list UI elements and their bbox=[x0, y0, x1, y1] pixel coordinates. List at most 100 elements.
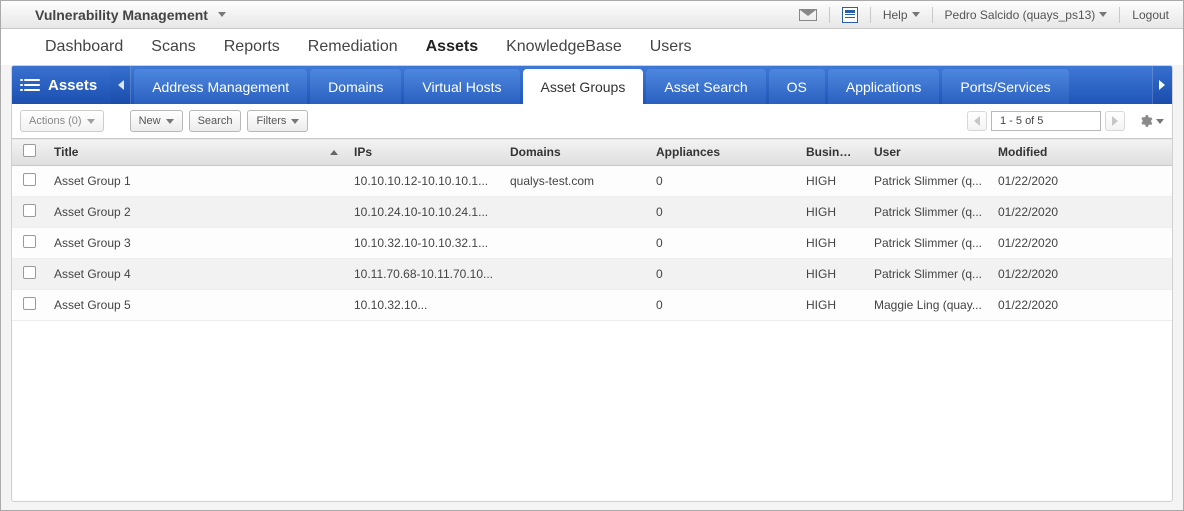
col-title-label: Title bbox=[54, 145, 78, 159]
table-row[interactable]: Asset Group 310.10.32.10-10.10.32.1...0H… bbox=[12, 228, 1172, 259]
col-business[interactable]: Busines… bbox=[798, 139, 866, 166]
reports-button[interactable] bbox=[838, 7, 862, 23]
subnav-scroll-left[interactable] bbox=[111, 66, 131, 104]
cell: Patrick Slimmer (q... bbox=[866, 197, 990, 228]
cell: 10.10.32.10... bbox=[346, 290, 502, 321]
table-row[interactable]: Asset Group 110.10.10.12-10.10.10.1...qu… bbox=[12, 166, 1172, 197]
col-user[interactable]: User bbox=[866, 139, 990, 166]
chevron-down-icon bbox=[291, 119, 299, 124]
cell: 01/22/2020 bbox=[990, 290, 1172, 321]
table-row[interactable]: Asset Group 410.11.70.68-10.11.70.10...0… bbox=[12, 259, 1172, 290]
subtab-virtual-hosts[interactable]: Virtual Hosts bbox=[404, 69, 519, 104]
checkbox-icon[interactable] bbox=[23, 235, 36, 248]
actions-button[interactable]: Actions (0) bbox=[20, 110, 104, 132]
chevron-right-icon bbox=[1112, 116, 1118, 126]
cell: Maggie Ling (quay... bbox=[866, 290, 990, 321]
filters-label: Filters bbox=[256, 115, 286, 127]
cell bbox=[502, 259, 648, 290]
help-menu[interactable]: Help bbox=[879, 8, 924, 22]
pager-text: 1 - 5 of 5 bbox=[1000, 115, 1043, 127]
table-row[interactable]: Asset Group 510.10.32.10...0HIGHMaggie L… bbox=[12, 290, 1172, 321]
col-title[interactable]: Title bbox=[46, 139, 346, 166]
app-name: Vulnerability Management bbox=[35, 7, 208, 23]
mainnav-item-remediation[interactable]: Remediation bbox=[308, 38, 398, 56]
chevron-down-icon bbox=[166, 119, 174, 124]
subtab-asset-search[interactable]: Asset Search bbox=[646, 69, 765, 104]
sub-nav-title: Assets bbox=[12, 66, 111, 104]
checkbox-icon[interactable] bbox=[23, 204, 36, 217]
mail-button[interactable] bbox=[795, 9, 821, 21]
user-menu[interactable]: Pedro Salcido (quays_ps13) bbox=[941, 8, 1112, 22]
cell: 0 bbox=[648, 197, 798, 228]
row-checkbox-cell[interactable] bbox=[12, 197, 46, 228]
cell: HIGH bbox=[798, 259, 866, 290]
cell bbox=[502, 290, 648, 321]
chevron-down-icon bbox=[912, 12, 920, 17]
filters-button[interactable]: Filters bbox=[247, 110, 308, 132]
chevron-right-icon bbox=[1159, 80, 1165, 90]
row-checkbox-cell[interactable] bbox=[12, 290, 46, 321]
pager-indicator: 1 - 5 of 5 bbox=[991, 111, 1101, 131]
col-appliances-label: Appliances bbox=[656, 145, 720, 159]
checkbox-icon[interactable] bbox=[23, 173, 36, 186]
table-settings[interactable] bbox=[1139, 114, 1164, 128]
subtab-address-management[interactable]: Address Management bbox=[134, 69, 307, 104]
mainnav-item-assets[interactable]: Assets bbox=[426, 38, 478, 56]
cell: 10.10.10.12-10.10.10.1... bbox=[346, 166, 502, 197]
subtab-asset-groups[interactable]: Asset Groups bbox=[523, 69, 644, 104]
mainnav-item-scans[interactable]: Scans bbox=[151, 38, 195, 56]
cell: 10.10.24.10-10.10.24.1... bbox=[346, 197, 502, 228]
subtab-os[interactable]: OS bbox=[769, 69, 825, 104]
col-appliances[interactable]: Appliances bbox=[648, 139, 798, 166]
cell: Patrick Slimmer (q... bbox=[866, 259, 990, 290]
chevron-down-icon bbox=[87, 119, 95, 124]
sub-nav: Assets Address ManagementDomainsVirtual … bbox=[12, 66, 1172, 104]
row-checkbox-cell[interactable] bbox=[12, 259, 46, 290]
divider bbox=[870, 7, 871, 23]
cell: Asset Group 2 bbox=[46, 197, 346, 228]
report-icon bbox=[842, 7, 858, 23]
asset-groups-table: Title IPs Domains Appliances Busines… Us… bbox=[12, 138, 1172, 321]
cell: 01/22/2020 bbox=[990, 259, 1172, 290]
divider bbox=[1119, 7, 1120, 23]
chevron-left-icon bbox=[974, 116, 980, 126]
mainnav-item-knowledgebase[interactable]: KnowledgeBase bbox=[506, 38, 622, 56]
search-button[interactable]: Search bbox=[189, 110, 242, 132]
mainnav-item-dashboard[interactable]: Dashboard bbox=[45, 38, 123, 56]
pager: 1 - 5 of 5 bbox=[967, 111, 1164, 131]
sub-nav-title-text: Assets bbox=[48, 77, 97, 94]
chevron-left-icon bbox=[118, 80, 124, 90]
logout-link[interactable]: Logout bbox=[1128, 8, 1173, 22]
table-body: Asset Group 110.10.10.12-10.10.10.1...qu… bbox=[12, 166, 1172, 321]
pager-prev[interactable] bbox=[967, 111, 987, 131]
row-checkbox-cell[interactable] bbox=[12, 228, 46, 259]
gear-icon bbox=[1139, 114, 1153, 128]
toolbar: Actions (0) New Search Filters 1 - 5 of … bbox=[12, 104, 1172, 138]
mainnav-item-users[interactable]: Users bbox=[650, 38, 692, 56]
col-domains-label: Domains bbox=[510, 145, 561, 159]
select-all-header[interactable] bbox=[12, 139, 46, 166]
list-icon bbox=[24, 79, 40, 91]
cell: 0 bbox=[648, 228, 798, 259]
checkbox-icon[interactable] bbox=[23, 297, 36, 310]
app-selector[interactable]: Vulnerability Management bbox=[35, 7, 226, 23]
subtab-applications[interactable]: Applications bbox=[828, 69, 940, 104]
col-modified[interactable]: Modified bbox=[990, 139, 1172, 166]
cell: Patrick Slimmer (q... bbox=[866, 228, 990, 259]
subtab-domains[interactable]: Domains bbox=[310, 69, 401, 104]
cell bbox=[502, 197, 648, 228]
chevron-down-icon bbox=[1099, 12, 1107, 17]
row-checkbox-cell[interactable] bbox=[12, 166, 46, 197]
col-ips-label: IPs bbox=[354, 145, 372, 159]
pager-next[interactable] bbox=[1105, 111, 1125, 131]
actions-label: Actions (0) bbox=[29, 115, 82, 127]
table-row[interactable]: Asset Group 210.10.24.10-10.10.24.1...0H… bbox=[12, 197, 1172, 228]
col-ips[interactable]: IPs bbox=[346, 139, 502, 166]
checkbox-icon[interactable] bbox=[23, 266, 36, 279]
subtab-ports-services[interactable]: Ports/Services bbox=[942, 69, 1068, 104]
new-button[interactable]: New bbox=[130, 110, 183, 132]
cell: 10.10.32.10-10.10.32.1... bbox=[346, 228, 502, 259]
col-domains[interactable]: Domains bbox=[502, 139, 648, 166]
mainnav-item-reports[interactable]: Reports bbox=[224, 38, 280, 56]
subnav-scroll-right[interactable] bbox=[1152, 66, 1172, 104]
